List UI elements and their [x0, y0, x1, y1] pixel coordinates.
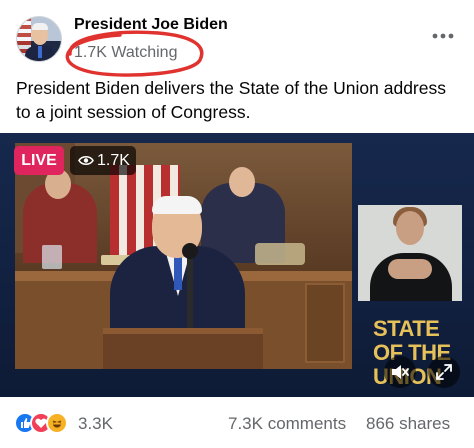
avatar-hair: [32, 23, 48, 30]
podium: [103, 328, 263, 369]
live-video[interactable]: STATE OF THE UNION LIVE 1.7K: [0, 133, 474, 397]
desk-panel: [305, 283, 345, 363]
speaker: [110, 196, 245, 346]
comments-count[interactable]: 7.3K comments: [228, 414, 346, 434]
post-footer: 3.3K 7.3K comments 866 shares: [0, 406, 474, 442]
avatar[interactable]: [16, 16, 62, 62]
water-glass: [42, 245, 62, 269]
shares-count[interactable]: 866 shares: [366, 414, 450, 434]
reaction-count[interactable]: 3.3K: [78, 414, 113, 434]
gavel-set: [255, 243, 305, 265]
mute-button[interactable]: [384, 356, 416, 388]
post-header: President Joe Biden 1.7K Watching: [0, 0, 474, 77]
watching-count: 1.7K Watching: [74, 44, 178, 61]
viewer-count-badge: 1.7K: [70, 146, 136, 175]
mute-icon: [392, 365, 409, 379]
main-video-feed: [15, 143, 352, 369]
eye-icon: [78, 155, 94, 166]
reaction-icons[interactable]: [14, 412, 76, 436]
avatar-tie: [38, 46, 42, 58]
viewer-count: 1.7K: [97, 152, 130, 169]
sign-language-interpreter: [358, 205, 462, 301]
post-caption: President Biden delivers the State of th…: [16, 78, 446, 122]
page-name[interactable]: President Joe Biden: [74, 16, 228, 34]
expand-icon: [436, 364, 452, 380]
more-icon: [432, 33, 454, 39]
live-badge: LIVE: [14, 146, 64, 175]
interpreter-head: [396, 211, 424, 245]
more-options-button[interactable]: [430, 26, 456, 46]
interpreter-hands: [388, 259, 432, 279]
overlay-line: STATE: [373, 316, 440, 341]
speaker-hair: [152, 196, 202, 214]
fullscreen-button[interactable]: [428, 356, 460, 388]
haha-icon: [46, 412, 68, 434]
